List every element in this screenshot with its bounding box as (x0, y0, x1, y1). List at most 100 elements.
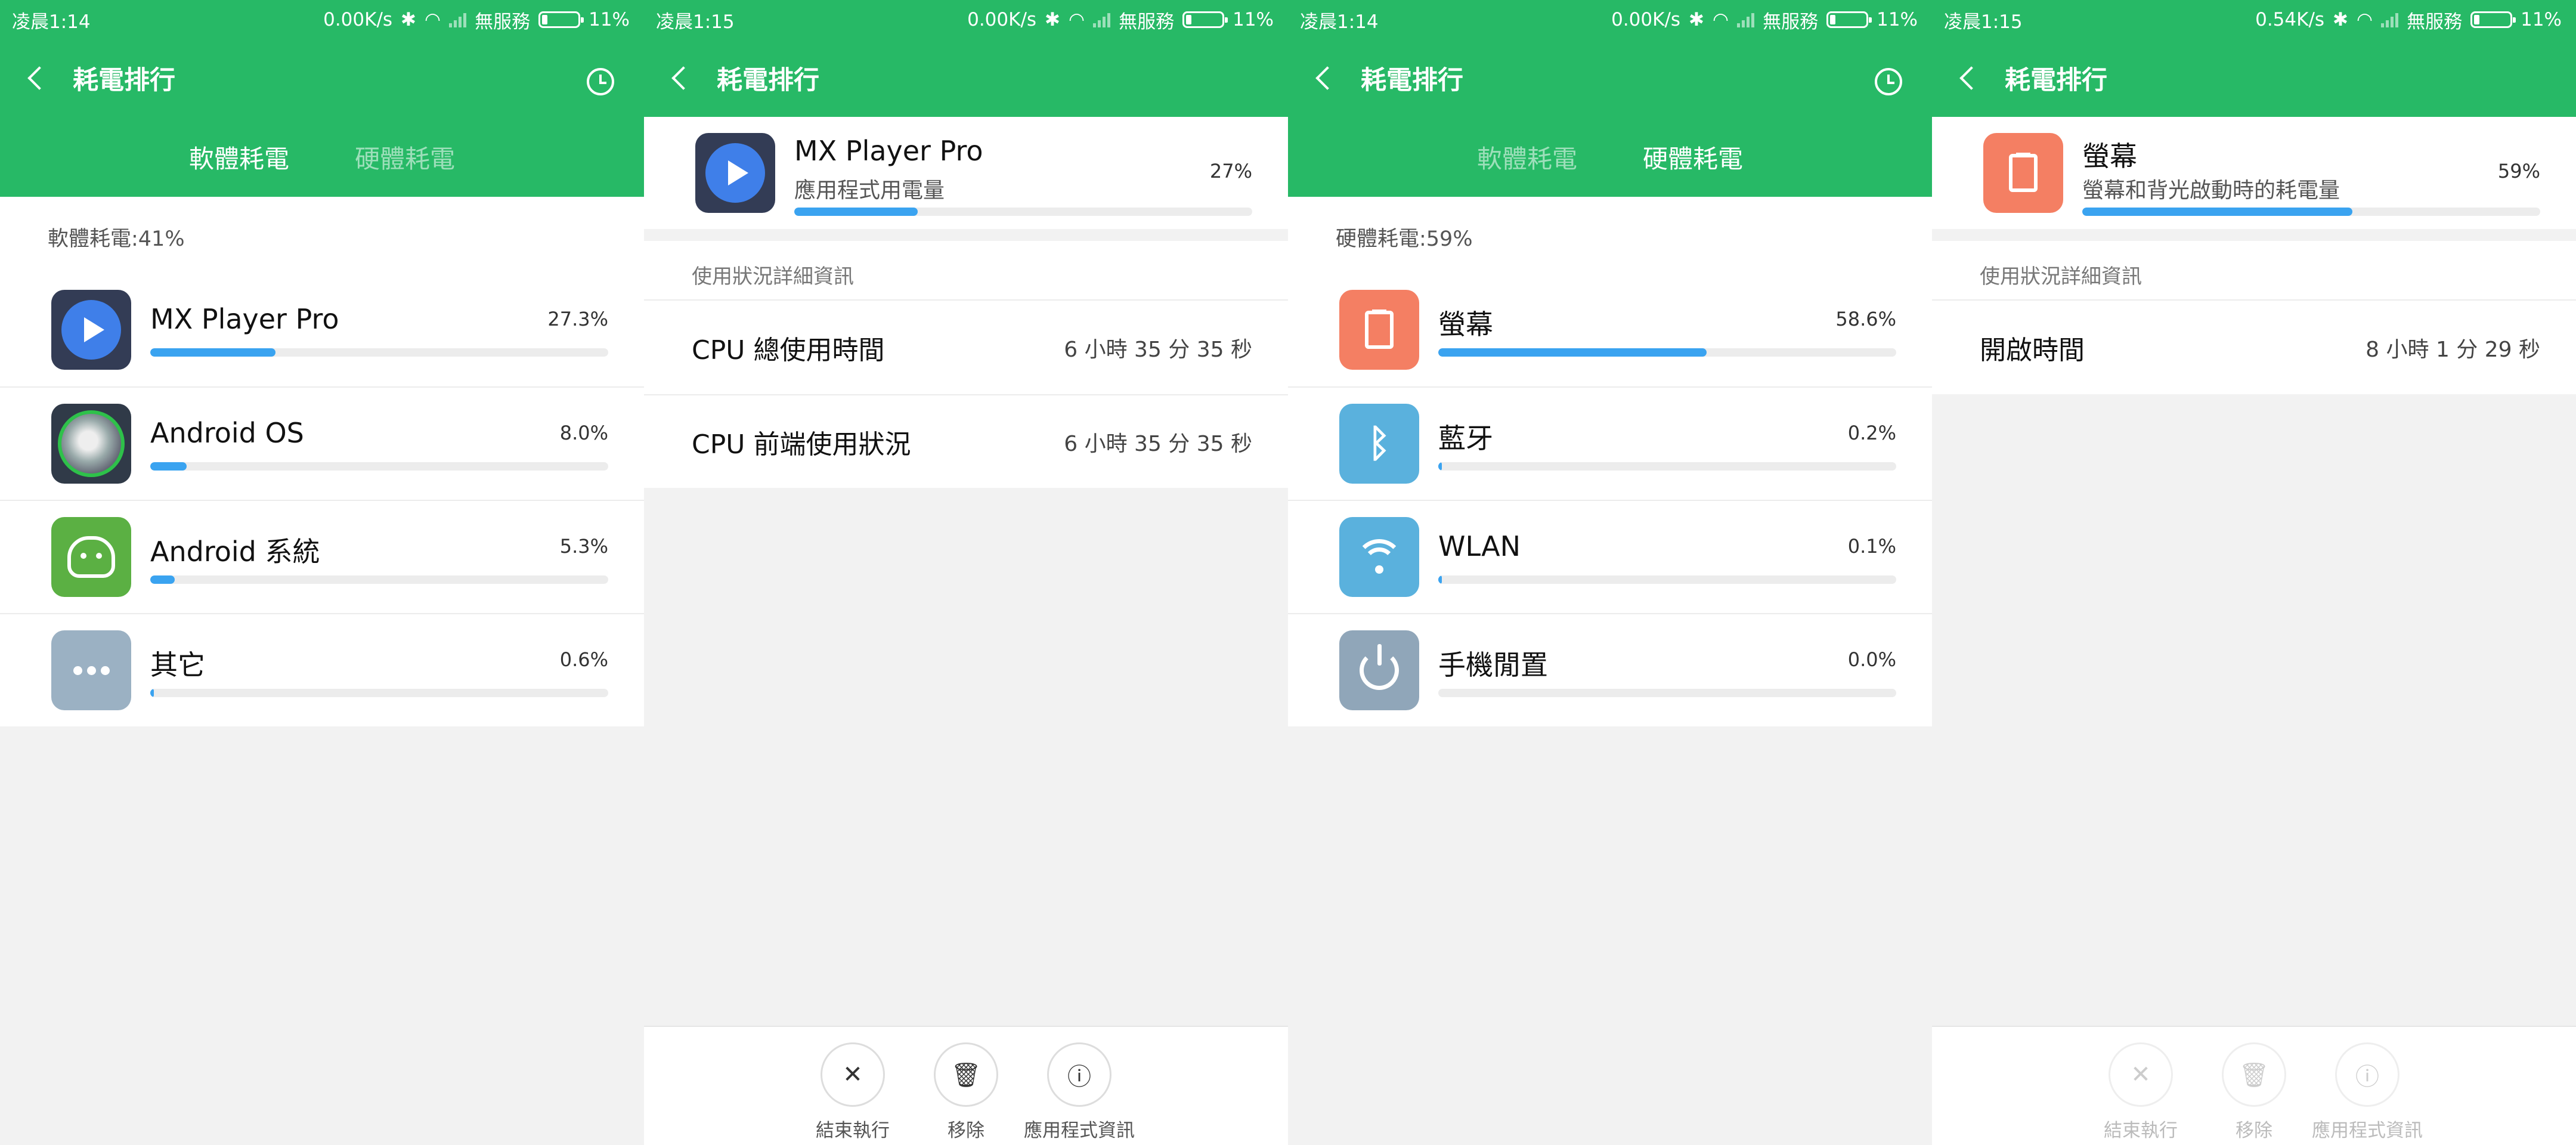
status-bar: 凌晨1:14 0.00K/s ✱ ◠ 無服務 11% (0, 0, 644, 39)
action-bar: ✕ 結束執行 🗑 移除 ⓘ 應用程式資訊 (1932, 1026, 2576, 1145)
detail-row: CPU 前端使用狀況 6 小時 35 分 35 秒 (644, 394, 1288, 488)
header: 凌晨1:15 0.54K/s ✱ ◠ 無服務 11% 耗電排行 (1932, 0, 2576, 117)
wifi-status-icon: ◠ (1069, 9, 1085, 30)
tab-hardware[interactable]: 硬體耗電 (1643, 139, 1743, 175)
tab-software[interactable]: 軟體耗電 (189, 139, 289, 175)
app-percent: 59% (2497, 160, 2540, 182)
action-label: 應用程式資訊 (1024, 1120, 1135, 1141)
list-item[interactable]: 其它 0.6% (0, 613, 644, 726)
wifi-status-icon: ◠ (1713, 9, 1729, 30)
app-info-button[interactable]: ⓘ 應用程式資訊 (1024, 1042, 1135, 1145)
status-time: 凌晨1:15 (1944, 11, 2023, 33)
mx-player-icon (51, 290, 131, 370)
bluetooth-icon: ᛒ (1339, 404, 1419, 484)
usage-bar (1438, 348, 1896, 357)
trash-icon: 🗑 (2222, 1042, 2286, 1107)
item-name: Android OS (150, 417, 304, 449)
carrier-label: 無服務 (1763, 11, 1819, 33)
back-icon[interactable] (1315, 66, 1339, 90)
power-icon (1339, 630, 1419, 710)
wifi-icon (1339, 517, 1419, 597)
usage-bar (150, 689, 608, 697)
info-icon: ⓘ (2335, 1042, 2399, 1107)
network-speed: 0.00K/s (967, 9, 1037, 30)
item-name: 螢幕 (1438, 308, 1493, 341)
force-stop-button[interactable]: ✕ 結束執行 (2100, 1042, 2181, 1145)
item-percent: 5.3% (559, 535, 608, 558)
list-item[interactable]: WLAN 0.1% (1288, 500, 1932, 613)
usage-bar (1438, 462, 1896, 471)
page-title: 耗電排行 (73, 66, 175, 95)
back-icon[interactable] (1959, 66, 1983, 90)
bluetooth-status-icon: ✱ (2333, 9, 2349, 30)
force-stop-button[interactable]: ✕ 結束執行 (812, 1042, 893, 1145)
battery-icon (1182, 11, 1228, 28)
item-percent: 0.1% (1847, 535, 1896, 558)
detail-label: 開啟時間 (1980, 335, 2085, 366)
list-item[interactable]: Android OS 8.0% (0, 386, 644, 500)
item-percent: 27.3% (547, 308, 608, 330)
action-label: 移除 (948, 1120, 984, 1141)
item-name: MX Player Pro (150, 303, 339, 335)
screen-app-detail: 凌晨1:15 0.00K/s ✱ ◠ 無服務 11% 耗電排行 MX Playe (644, 0, 1288, 1145)
list-item[interactable]: 螢幕 58.6% (1288, 273, 1932, 386)
app-name: MX Player Pro (794, 135, 983, 167)
usage-bar (150, 462, 608, 471)
signal-icon (1093, 12, 1111, 27)
bluetooth-status-icon: ✱ (1689, 9, 1705, 30)
item-percent: 0.0% (1847, 648, 1896, 671)
bluetooth-status-icon: ✱ (1045, 9, 1061, 30)
close-icon: ✕ (2109, 1042, 2173, 1107)
more-icon (51, 630, 131, 710)
battery-percent: 11% (1877, 9, 1918, 30)
detail-row: 開啟時間 8 小時 1 分 29 秒 (1932, 301, 2576, 394)
app-info-button[interactable]: ⓘ 應用程式資訊 (2312, 1042, 2423, 1145)
back-icon[interactable] (671, 66, 695, 90)
list-item[interactable]: 手機閒置 0.0% (1288, 613, 1932, 726)
app-bar: 耗電排行 (1288, 39, 1932, 117)
usage-bar (2082, 208, 2540, 216)
uninstall-button[interactable]: 🗑 移除 (925, 1042, 1007, 1145)
tab-bar: 軟體耗電 硬體耗電 (0, 117, 644, 197)
status-time: 凌晨1:14 (12, 11, 91, 33)
details-section: 使用狀況詳細資訊 CPU 總使用時間 6 小時 35 分 35 秒 CPU 前端… (644, 241, 1288, 488)
details-section: 使用狀況詳細資訊 開啟時間 8 小時 1 分 29 秒 (1932, 241, 2576, 394)
carrier-label: 無服務 (1119, 11, 1175, 33)
screen-software-ranking: 凌晨1:14 0.00K/s ✱ ◠ 無服務 11% 耗電排行 軟體耗電 硬體耗 (0, 0, 644, 1145)
screen-icon (1983, 133, 2063, 213)
status-time: 凌晨1:14 (1300, 11, 1379, 33)
list-item[interactable]: ᛒ 藍牙 0.2% (1288, 386, 1932, 500)
item-percent: 0.6% (559, 648, 608, 671)
list-item[interactable]: Android 系統 5.3% (0, 500, 644, 613)
item-name: 其它 (150, 649, 205, 681)
signal-icon (1737, 12, 1755, 27)
signal-icon (2381, 12, 2399, 27)
uninstall-button[interactable]: 🗑 移除 (2213, 1042, 2295, 1145)
app-subtitle: 螢幕和背光啟動時的耗電量 (2082, 178, 2340, 203)
item-name: 藍牙 (1438, 422, 1493, 454)
usage-bar (150, 575, 608, 584)
info-icon: ⓘ (1047, 1042, 1111, 1107)
trash-icon: 🗑 (934, 1042, 998, 1107)
item-name: WLAN (1438, 530, 1521, 562)
tab-hardware[interactable]: 硬體耗電 (355, 139, 455, 175)
tab-software[interactable]: 軟體耗電 (1477, 139, 1577, 175)
detail-label: CPU 前端使用狀況 (692, 429, 911, 460)
battery-icon (2470, 11, 2516, 28)
app-bar: 耗電排行 (0, 39, 644, 117)
signal-icon (449, 12, 467, 27)
wifi-status-icon: ◠ (425, 9, 441, 30)
back-icon[interactable] (27, 66, 51, 90)
battery-icon (538, 11, 584, 28)
battery-icon (1826, 11, 1872, 28)
header: 凌晨1:15 0.00K/s ✱ ◠ 無服務 11% 耗電排行 (644, 0, 1288, 117)
history-clock-icon[interactable] (587, 68, 614, 95)
page-title: 耗電排行 (1361, 66, 1463, 95)
status-time: 凌晨1:15 (656, 11, 735, 33)
history-clock-icon[interactable] (1875, 68, 1902, 95)
status-bar: 凌晨1:15 0.00K/s ✱ ◠ 無服務 11% (644, 0, 1288, 39)
list-item[interactable]: MX Player Pro 27.3% (0, 273, 644, 386)
header: 凌晨1:14 0.00K/s ✱ ◠ 無服務 11% 耗電排行 軟體耗電 硬體耗 (1288, 0, 1932, 197)
wifi-status-icon: ◠ (2357, 9, 2373, 30)
close-icon: ✕ (821, 1042, 885, 1107)
